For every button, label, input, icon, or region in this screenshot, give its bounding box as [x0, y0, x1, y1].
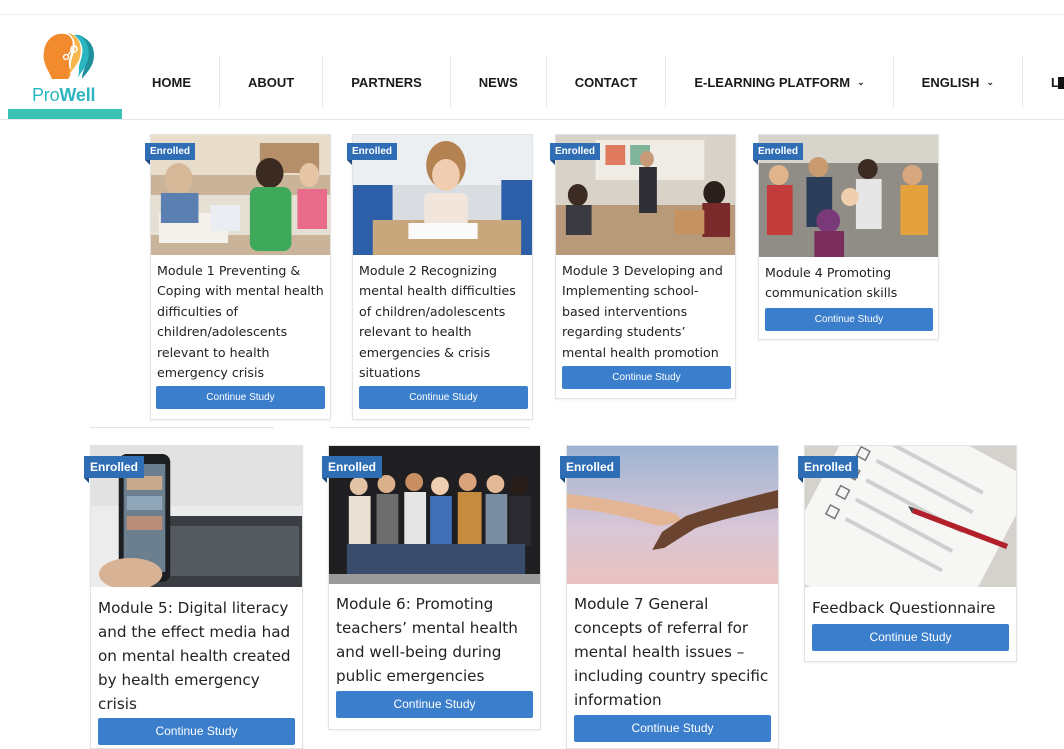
continue-study-button[interactable]: Continue Study: [336, 691, 533, 718]
course-title: Module 1 Preventing & Coping with mental…: [157, 263, 324, 381]
logo-wordmark: ProWell: [32, 85, 96, 105]
enrolled-badge: Enrolled: [550, 143, 601, 165]
course-title: Module 7 General concepts of referral fo…: [574, 595, 769, 709]
course-title: Module 5: Digital literacy and the effec…: [98, 599, 291, 713]
nav-partners[interactable]: PARTNERS: [323, 56, 451, 108]
course-card-module-7[interactable]: Enrolled Module 7 General concepts of re…: [560, 445, 779, 749]
enrolled-badge: Enrolled: [84, 456, 145, 483]
course-title: Module 4 Promoting communication skills: [765, 265, 898, 301]
course-card-module-1[interactable]: Enrolled Module 1 Preventing & Coping wi…: [145, 134, 331, 420]
course-title: Module 3 Developing and Implementing sch…: [562, 263, 723, 360]
continue-study-button[interactable]: Continue Study: [562, 366, 731, 389]
continue-study-button[interactable]: Continue Study: [98, 718, 295, 745]
continue-study-button[interactable]: Continue Study: [812, 624, 1009, 651]
course-card-module-6[interactable]: Enrolled Module 6: Promoting teachers’ m…: [322, 445, 541, 730]
enrolled-badge: Enrolled: [145, 143, 196, 165]
course-title: Module 2 Recognizing mental health diffi…: [359, 263, 516, 381]
site-header: ProWell HOME ABOUT PARTNERS NEWS CONTACT…: [0, 15, 1064, 119]
continue-study-button[interactable]: Continue Study: [574, 715, 771, 742]
nav-contact[interactable]: CONTACT: [547, 56, 667, 108]
enrolled-badge: Enrolled: [322, 456, 383, 483]
course-card-module-4[interactable]: Enrolled Module 4 Promoting communicatio…: [753, 134, 939, 340]
main-nav: HOME ABOUT PARTNERS NEWS CONTACT E-LEARN…: [124, 41, 1064, 123]
chevron-down-icon: ⌄: [857, 76, 865, 87]
nav-about[interactable]: ABOUT: [220, 56, 324, 108]
card-shadow-line: [330, 427, 530, 428]
enrolled-badge: Enrolled: [347, 143, 398, 165]
header-divider: [0, 119, 1064, 120]
nav-overflow-icon: [1058, 77, 1064, 89]
nav-language[interactable]: ENGLISH ⌄: [894, 56, 1023, 108]
course-card-feedback[interactable]: Enrolled Feedback Questionnaire Continue…: [798, 445, 1017, 662]
continue-study-button[interactable]: Continue Study: [765, 308, 933, 331]
enrolled-badge: Enrolled: [560, 456, 621, 483]
logo-heads-icon: [43, 33, 94, 79]
course-card-module-2[interactable]: Enrolled Module 2 Recognizing mental hea…: [347, 134, 533, 420]
active-indicator: [8, 109, 122, 119]
continue-study-button[interactable]: Continue Study: [359, 386, 528, 409]
card-shadow-line: [90, 427, 274, 428]
enrolled-badge: Enrolled: [753, 143, 804, 165]
chevron-down-icon: ⌄: [986, 76, 994, 87]
nav-news[interactable]: NEWS: [451, 56, 547, 108]
course-title: Feedback Questionnaire: [812, 599, 996, 617]
course-card-module-5[interactable]: Enrolled Module 5: Digital literacy and …: [84, 445, 303, 749]
continue-study-button[interactable]: Continue Study: [156, 386, 325, 409]
course-title: Module 6: Promoting teachers’ mental hea…: [336, 595, 518, 685]
course-card-module-3[interactable]: Enrolled Module 3 Developing and Impleme…: [550, 134, 736, 399]
nav-home[interactable]: HOME: [124, 56, 220, 108]
enrolled-badge: Enrolled: [798, 456, 859, 483]
prowell-logo[interactable]: ProWell: [30, 29, 105, 109]
nav-elearning-platform[interactable]: E-LEARNING PLATFORM ⌄: [666, 56, 894, 108]
